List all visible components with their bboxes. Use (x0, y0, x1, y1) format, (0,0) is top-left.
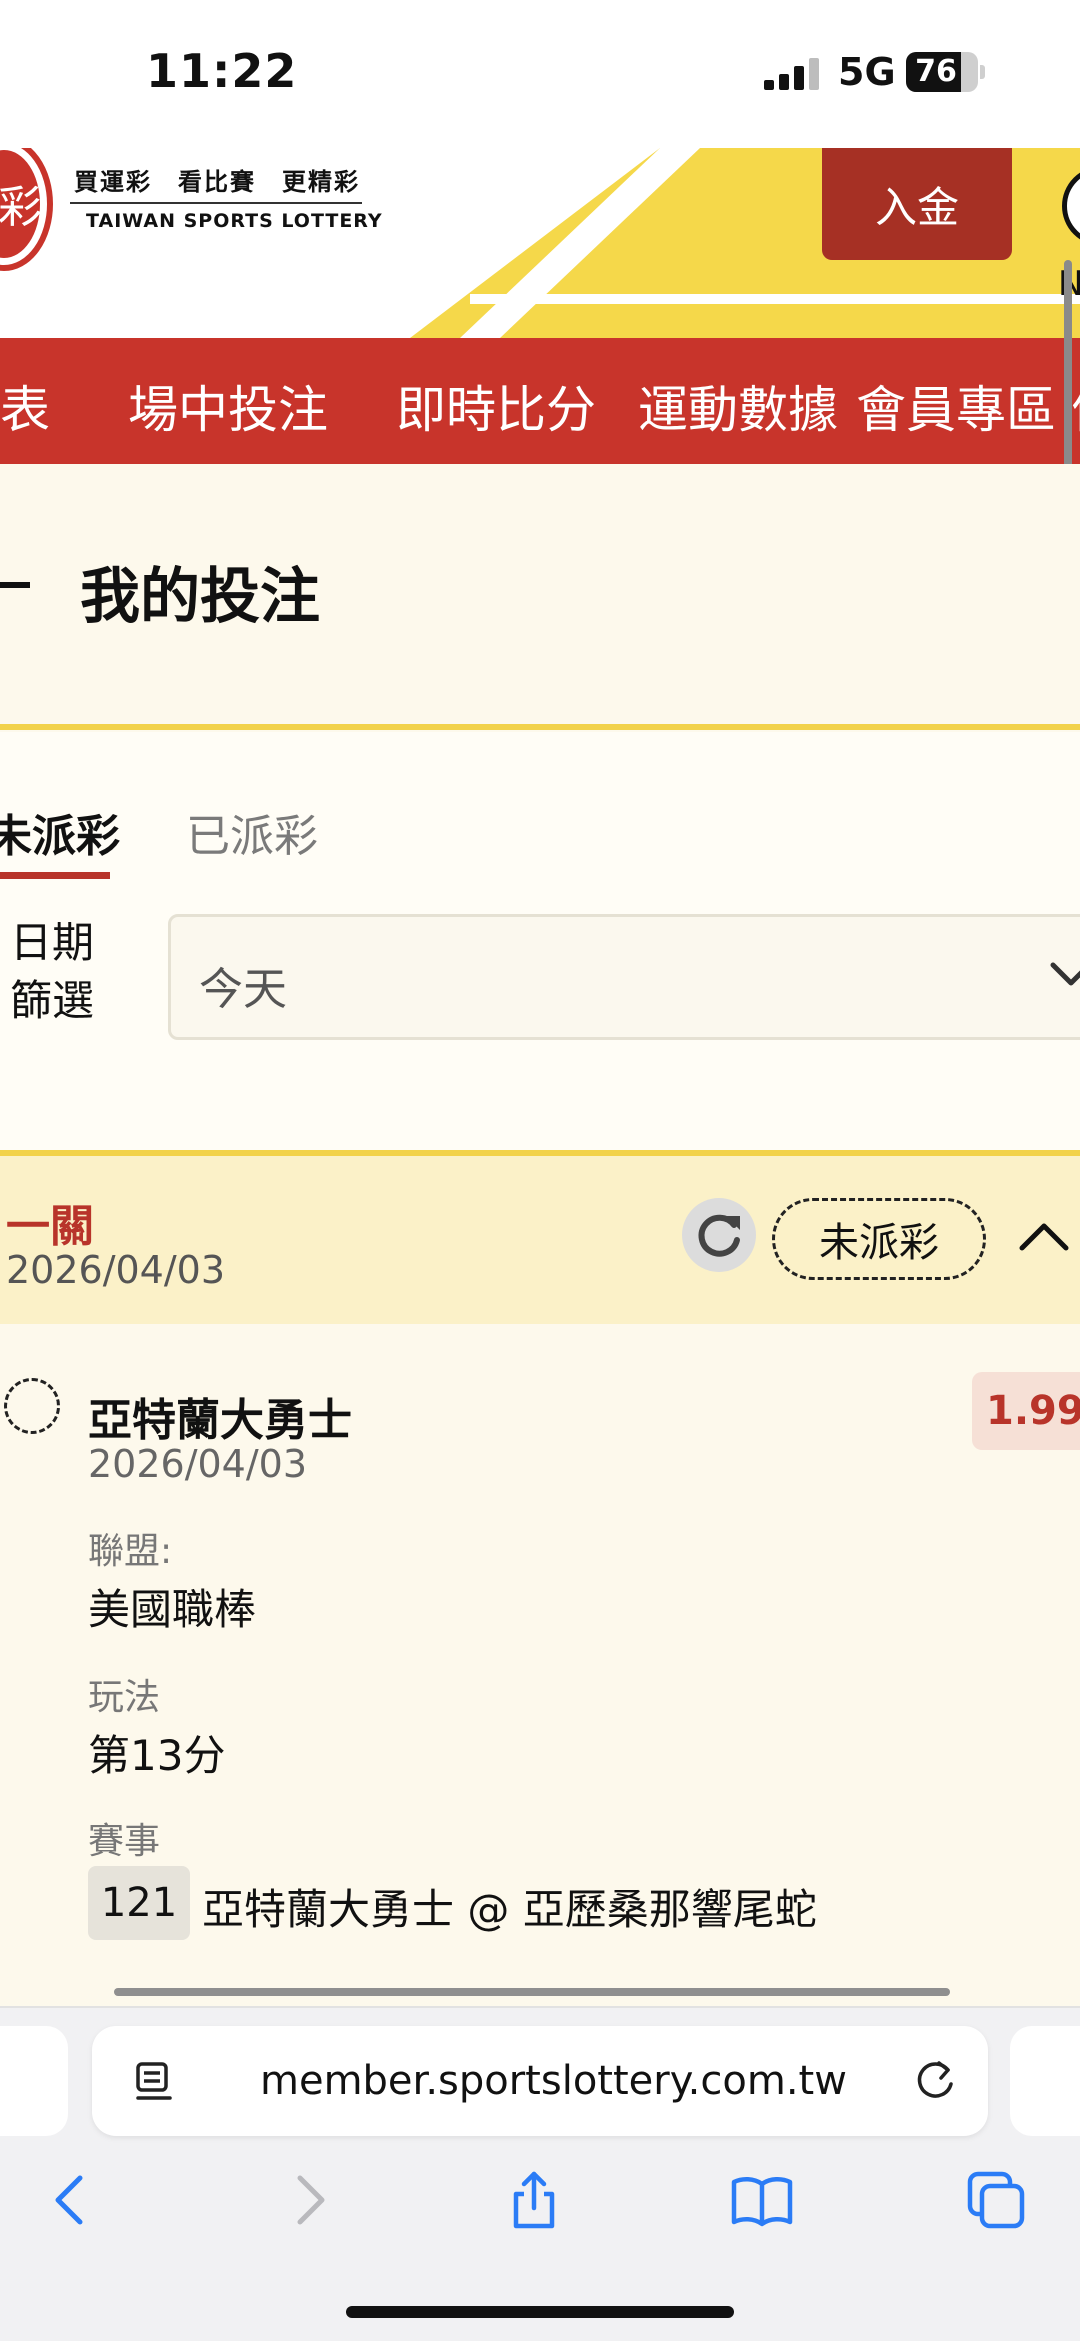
cellular-signal-icon (764, 58, 819, 90)
horizontal-scrollbar[interactable] (114, 1988, 950, 1996)
play-type-value: 第13分 (88, 1731, 226, 1780)
back-icon[interactable] (40, 2168, 104, 2232)
event-label: 賽事 (88, 1821, 161, 1862)
date-filter-label-line2: 篩選 (10, 976, 95, 1025)
next-tab-preview[interactable] (1010, 2026, 1080, 2136)
share-icon[interactable] (502, 2168, 566, 2232)
forward-icon[interactable] (276, 2168, 340, 2232)
nav-item-member-area[interactable]: 會員專區 (856, 370, 1056, 442)
deposit-button[interactable]: 入金 (822, 148, 1012, 260)
status-bar: 11:22 5G 76 (0, 0, 1080, 148)
selection-date: 2026/04/03 (88, 1442, 308, 1486)
battery-icon: 76 (906, 52, 985, 92)
logo-slogan: 買運彩 看比賽 更精彩 (74, 168, 360, 196)
bookmarks-icon[interactable] (730, 2168, 794, 2232)
home-indicator[interactable] (346, 2306, 734, 2318)
logo-icon[interactable]: 彩 (0, 148, 54, 282)
main-nav: 賽表 場中投注 即時比分 運動數據 會員專區 個 (0, 338, 1080, 464)
title-accent (0, 582, 30, 588)
selection-team: 亞特蘭大勇士 (88, 1395, 352, 1446)
play-type-label: 玩法 (88, 1677, 161, 1718)
status-badge: 未派彩 (772, 1198, 986, 1280)
previous-tab-preview[interactable] (0, 2026, 68, 2136)
chevron-down-icon (1050, 962, 1080, 986)
battery-percent: 76 (915, 54, 957, 89)
nav-item-live-betting[interactable]: 場中投注 (128, 370, 328, 442)
tabs-icon[interactable] (964, 2168, 1028, 2232)
network-type: 5G (838, 50, 896, 94)
status-time: 11:22 (146, 44, 298, 98)
league-label: 聯盟: (88, 1531, 173, 1572)
league-value: 美國職棒 (88, 1585, 257, 1634)
site-header: 彩 買運彩 看比賽 更精彩 TAIWAN SPORTS LOTTERY 入金 N (0, 148, 1080, 338)
nav-item-schedule[interactable]: 賽表 (0, 370, 50, 442)
tab-unsettled[interactable]: 未派彩 (0, 800, 120, 864)
date-filter-label-line1: 日期 (10, 918, 95, 967)
pending-status-icon (4, 1378, 60, 1434)
bet-date: 2026/04/03 (6, 1248, 226, 1292)
bet-type: 一關 (6, 1201, 94, 1252)
logo-glyph: 彩 (0, 182, 42, 233)
odds-badge: 1.99 (972, 1372, 1080, 1450)
nav-item-overflow[interactable]: 個 (1072, 370, 1080, 442)
chevron-up-icon[interactable] (1018, 1220, 1070, 1254)
nav-item-sports-data[interactable]: 運動數據 (638, 370, 838, 442)
tab-settled[interactable]: 已派彩 (186, 800, 318, 864)
active-tab-indicator (0, 872, 110, 879)
logo-divider (70, 202, 362, 204)
page-title: 我的投注 (80, 562, 320, 632)
date-filter-select[interactable]: 今天 (168, 914, 1080, 1040)
event-code-badge: 121 (88, 1866, 190, 1940)
url-text: member.sportslottery.com.tw (260, 2058, 847, 2104)
date-filter-label: 日期 篩選 (10, 914, 94, 1030)
refresh-icon (698, 1214, 740, 1257)
address-bar[interactable]: member.sportslottery.com.tw (92, 2026, 988, 2136)
logo-english: TAIWAN SPORTS LOTTERY (86, 210, 383, 232)
section-divider (0, 724, 1080, 730)
reload-icon[interactable] (910, 2056, 960, 2106)
reader-icon[interactable] (134, 2060, 174, 2104)
date-filter-value: 今天 (199, 964, 287, 1015)
nav-item-live-scores[interactable]: 即時比分 (396, 370, 596, 442)
event-name: 亞特蘭大勇士 @ 亞歷桑那響尾蛇 (202, 1885, 817, 1934)
